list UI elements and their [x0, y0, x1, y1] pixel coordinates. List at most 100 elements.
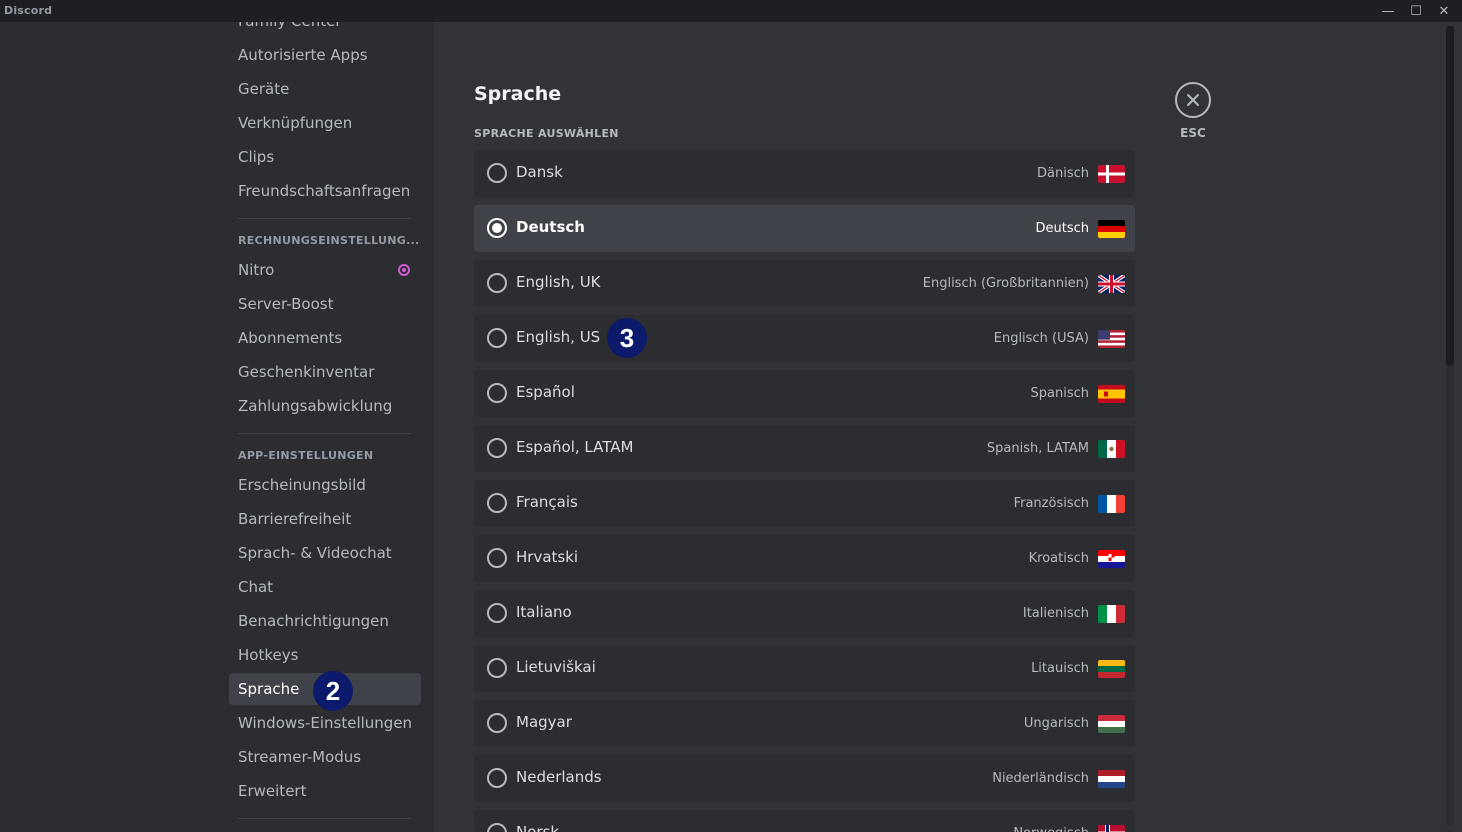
- sidebar-item-hotkeys[interactable]: Hotkeys: [229, 639, 421, 671]
- sidebar-item-geschenkinventar[interactable]: Geschenkinventar: [229, 356, 421, 388]
- sidebar-divider: [238, 818, 411, 819]
- step-badge: 3: [607, 318, 647, 358]
- language-name: Français: [516, 493, 578, 511]
- language-native-name: Spanish, LATAM: [986, 441, 1089, 456]
- sidebar-item-server-boost[interactable]: Server-Boost: [229, 288, 421, 320]
- language-name: Dansk: [516, 163, 563, 181]
- sidebar-item-label: Freundschaftsanfragen: [238, 182, 411, 200]
- settings-sidebar: Family Center Autorisierte Apps Geräte Verk…: [0, 22, 434, 832]
- radio-button[interactable]: [487, 328, 507, 348]
- sidebar-item-nitro[interactable]: Nitro: [229, 254, 421, 286]
- sidebar-item-barrierefreiheit[interactable]: Barrierefreiheit: [229, 503, 421, 535]
- language-native-name: Italienisch: [1022, 606, 1089, 621]
- scrollbar-thumb[interactable]: [1446, 26, 1454, 366]
- sidebar-item-label: Sprache: [238, 680, 300, 698]
- sidebar-item-chat[interactable]: Chat: [229, 571, 421, 603]
- language-option-de[interactable]: Deutsch Deutsch: [474, 205, 1135, 252]
- sidebar-item-label: Geräte: [238, 80, 290, 98]
- radio-button[interactable]: [487, 163, 507, 183]
- language-name: Hrvatski: [516, 548, 579, 566]
- language-name: Magyar: [516, 713, 572, 731]
- radio-button[interactable]: [487, 658, 507, 678]
- radio-button[interactable]: [487, 383, 507, 403]
- sidebar-item-label: Family Center: [238, 22, 342, 30]
- language-option-lt[interactable]: Lietuviškai Litauisch: [474, 645, 1135, 692]
- sidebar-item-label: Zahlungsabwicklung: [238, 397, 393, 415]
- app-settings-header: APP-EINSTELLUNGEN: [238, 449, 374, 462]
- sidebar-item-freundschaftsanfragen[interactable]: Freundschaftsanfragen: [229, 175, 421, 207]
- sidebar-item-label: Chat: [238, 578, 274, 596]
- language-native-name: Kroatisch: [1028, 551, 1089, 566]
- title-bar: Discord — ☐ ✕: [0, 0, 1462, 22]
- radio-button[interactable]: [487, 713, 507, 733]
- sidebar-divider: [238, 433, 411, 434]
- maximize-button[interactable]: ☐: [1402, 0, 1430, 22]
- radio-button[interactable]: [487, 273, 507, 293]
- sidebar-item-label: Erscheinungsbild: [238, 476, 366, 494]
- sidebar-item-sprach-videochat[interactable]: Sprach- & Videochat: [229, 537, 421, 569]
- close-window-button[interactable]: ✕: [1430, 0, 1458, 22]
- language-option-es[interactable]: Español Spanisch: [474, 370, 1135, 417]
- sidebar-item-label: Geschenkinventar: [238, 363, 375, 381]
- radio-button[interactable]: [487, 603, 507, 623]
- language-native-name: Spanisch: [1030, 386, 1089, 401]
- language-option-nl[interactable]: Nederlands Niederländisch: [474, 755, 1135, 802]
- flag-latam-icon: [1098, 440, 1125, 458]
- radio-button[interactable]: [487, 218, 507, 238]
- sidebar-item-geräte[interactable]: Geräte: [229, 73, 421, 105]
- language-option-it[interactable]: Italiano Italienisch: [474, 590, 1135, 637]
- sidebar-item-label: Sprach- & Videochat: [238, 544, 392, 562]
- sidebar-divider: [238, 218, 411, 219]
- radio-button[interactable]: [487, 438, 507, 458]
- flag-es-icon: [1098, 385, 1125, 403]
- language-native-name: Norwegisch: [1013, 826, 1089, 832]
- language-option-latam[interactable]: Español, LATAM Spanish, LATAM: [474, 425, 1135, 472]
- language-option-no[interactable]: Norsk Norwegisch: [474, 810, 1135, 832]
- language-native-name: Deutsch: [1035, 221, 1089, 236]
- language-native-name: Englisch (Großbritannien): [922, 276, 1089, 291]
- flag-nl-icon: [1098, 770, 1125, 788]
- sidebar-item-abonnements[interactable]: Abonnements: [229, 322, 421, 354]
- sidebar-item-clips[interactable]: Clips: [229, 141, 421, 173]
- language-option-hu[interactable]: Magyar Ungarisch: [474, 700, 1135, 747]
- esc-button[interactable]: [1175, 82, 1211, 118]
- radio-button[interactable]: [487, 768, 507, 788]
- language-name: Lietuviškai: [516, 658, 596, 676]
- app-title: Discord: [4, 4, 53, 17]
- sidebar-item-benachrichtigungen[interactable]: Benachrichtigungen: [229, 605, 421, 637]
- language-option-dk[interactable]: Dansk Dänisch: [474, 150, 1135, 197]
- flag-fr-icon: [1098, 495, 1125, 513]
- sidebar-item-zahlungsabwicklung[interactable]: Zahlungsabwicklung: [229, 390, 421, 422]
- flag-us-icon: [1098, 330, 1125, 348]
- language-name: Español: [516, 383, 575, 401]
- sidebar-item-family-center[interactable]: Family Center: [229, 22, 421, 37]
- radio-button[interactable]: [487, 548, 507, 568]
- sidebar-item-label: Benachrichtigungen: [238, 612, 389, 630]
- language-option-fr[interactable]: Français Französisch: [474, 480, 1135, 527]
- sidebar-item-windows-einstellungen[interactable]: Windows-Einstellungen: [229, 707, 421, 739]
- language-option-gb[interactable]: English, UK Englisch (Großbritannien): [474, 260, 1135, 307]
- sidebar-item-streamer-modus[interactable]: Streamer-Modus: [229, 741, 421, 773]
- sidebar-item-autorisierte-apps[interactable]: Autorisierte Apps: [229, 39, 421, 71]
- sidebar-item-label: Barrierefreiheit: [238, 510, 352, 528]
- billing-settings-header: RECHNUNGSEINSTELLUNG...: [238, 234, 420, 247]
- sidebar-item-label: Clips: [238, 148, 275, 166]
- sidebar-item-verknüpfungen[interactable]: Verknüpfungen: [229, 107, 421, 139]
- language-native-name: Französisch: [1013, 496, 1089, 511]
- language-option-hr[interactable]: Hrvatski Kroatisch: [474, 535, 1135, 582]
- step-badge: 2: [313, 671, 353, 711]
- language-name: Español, LATAM: [516, 438, 634, 456]
- language-name: Deutsch: [516, 218, 585, 236]
- language-option-us[interactable]: English, US Englisch (USA): [474, 315, 1135, 362]
- sidebar-item-erweitert[interactable]: Erweitert: [229, 775, 421, 807]
- sidebar-item-label: Server-Boost: [238, 295, 334, 313]
- minimize-button[interactable]: —: [1374, 0, 1402, 22]
- sidebar-item-label: Autorisierte Apps: [238, 46, 368, 64]
- flag-gb-icon: [1098, 275, 1125, 293]
- language-name: Italiano: [516, 603, 572, 621]
- sidebar-item-erscheinungsbild[interactable]: Erscheinungsbild: [229, 469, 421, 501]
- radio-button[interactable]: [487, 823, 507, 832]
- flag-dk-icon: [1098, 165, 1125, 183]
- radio-button[interactable]: [487, 493, 507, 513]
- close-icon: [1187, 94, 1199, 106]
